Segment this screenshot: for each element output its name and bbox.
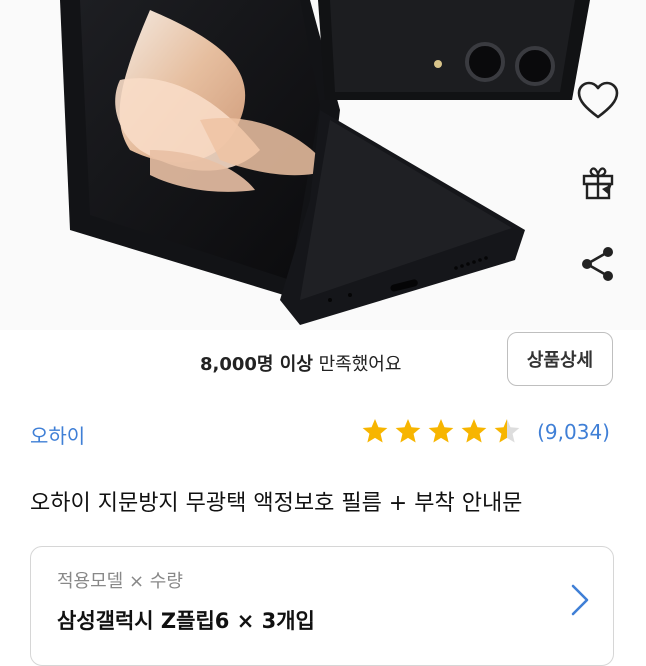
phone-illustration <box>60 0 590 325</box>
product-title: 오하이 지문방지 무광택 액정보호 필름 + 부착 안내문 <box>30 491 523 516</box>
share-button[interactable] <box>570 236 626 292</box>
star-icon <box>461 419 487 443</box>
star-icon <box>395 419 421 443</box>
heart-icon <box>577 81 619 119</box>
star-icon <box>494 419 520 443</box>
side-actions <box>568 72 628 318</box>
wishlist-button[interactable] <box>570 72 626 128</box>
product-detail-button[interactable]: 상품상세 <box>507 332 613 386</box>
share-icon <box>582 247 613 281</box>
satisfaction-text: 8,000명 이상 만족했어요 <box>200 350 401 376</box>
satisfaction-suffix: 만족했어요 <box>312 354 402 375</box>
star-icon <box>428 419 454 443</box>
satisfaction-count: 8,000명 이상 <box>200 354 313 375</box>
chevron-right-icon <box>571 584 589 616</box>
option-value: 삼성갤럭시 Z플립6 × 3개입 <box>57 609 315 633</box>
brand-link[interactable]: 오하이 <box>30 420 85 449</box>
rating-stars <box>362 419 520 443</box>
option-label: 적용모델 × 수량 <box>57 571 183 592</box>
rating-summary[interactable]: (9,034) <box>361 418 610 446</box>
gift-icon <box>582 167 614 200</box>
review-count: (9,034) <box>537 420 610 444</box>
gift-button[interactable] <box>570 154 626 210</box>
product-image[interactable] <box>0 0 646 330</box>
star-icon <box>362 419 388 443</box>
option-selector[interactable]: 적용모델 × 수량 삼성갤럭시 Z플립6 × 3개입 <box>30 546 614 666</box>
